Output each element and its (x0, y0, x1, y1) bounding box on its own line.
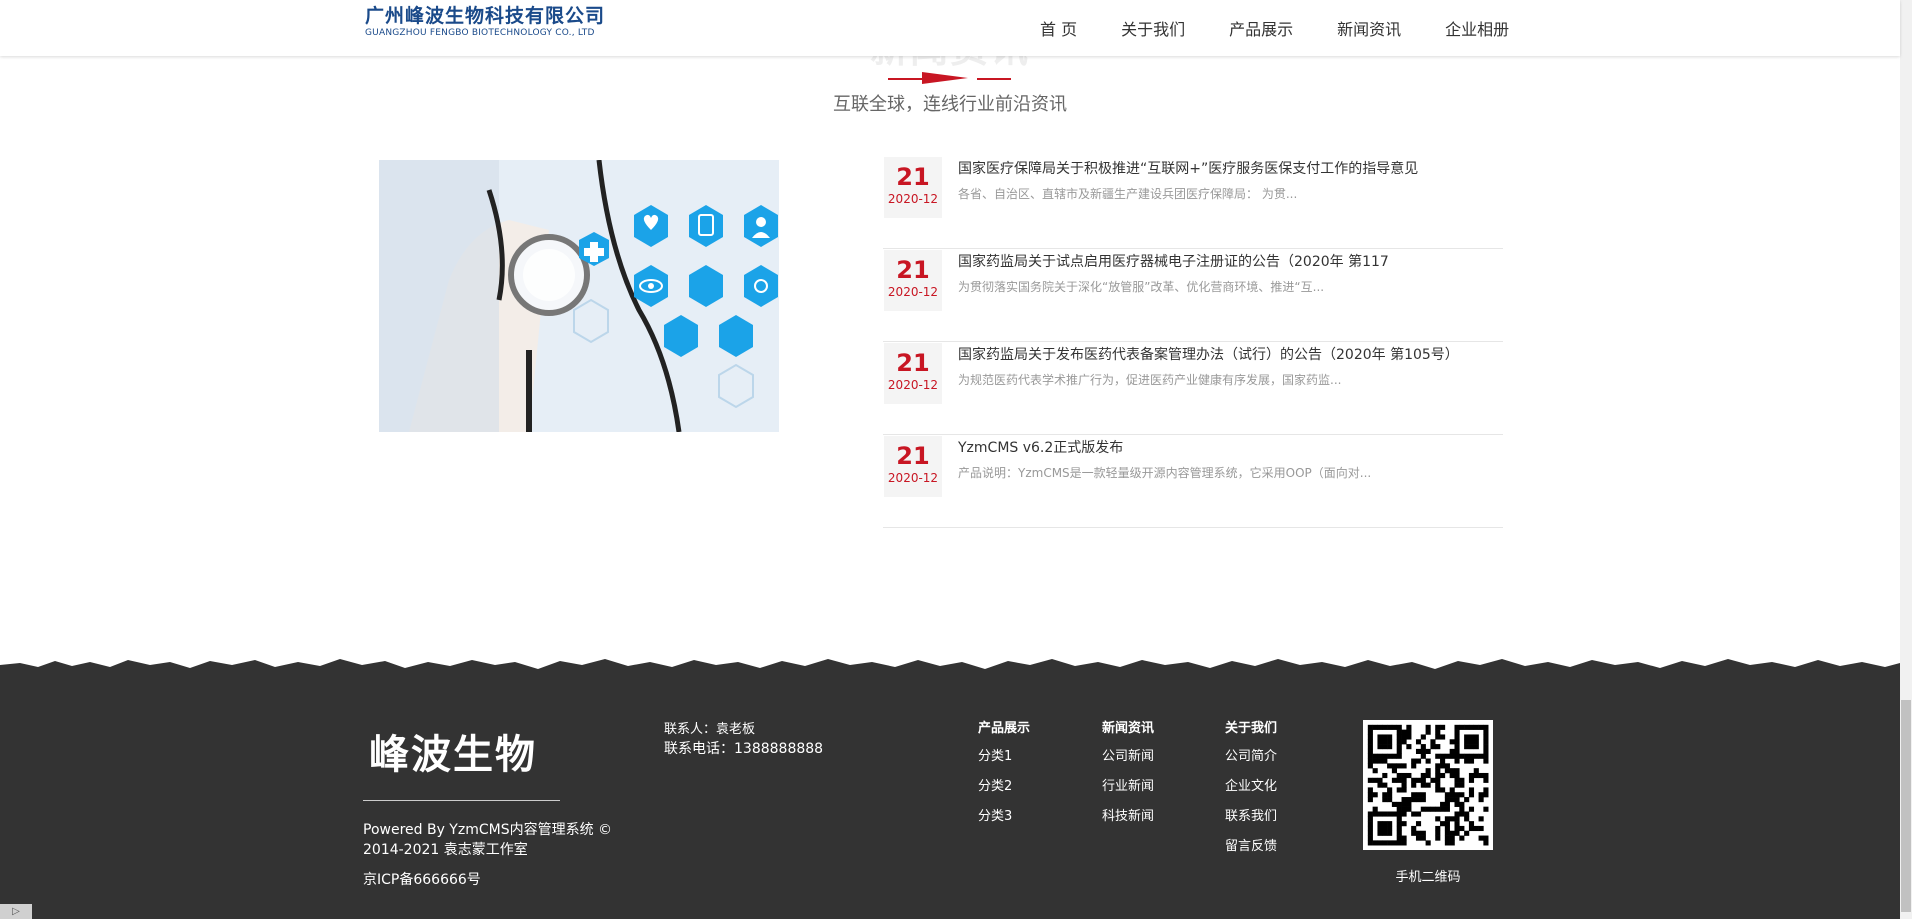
news-title[interactable]: 国家医疗保障局关于积极推进“互联网+”医疗服务医保支付工作的指导意见 (958, 158, 1418, 178)
title-divider-arrow (922, 72, 968, 84)
site-logo[interactable]: 广州峰波生物科技有限公司 GUANGZHOU FENGBO BIOTECHNOL… (365, 4, 605, 39)
title-divider-right (977, 78, 1011, 80)
news-year-month: 2020-12 (887, 285, 939, 299)
news-day: 21 (896, 442, 930, 470)
nav-products[interactable]: 产品展示 (1229, 16, 1293, 40)
footer-link[interactable]: 留言反馈 (1225, 838, 1277, 856)
footer-logo: 峰波生物 (369, 732, 537, 778)
news-year-month: 2020-12 (887, 471, 939, 485)
footer-link[interactable]: 科技新闻 (1102, 808, 1154, 826)
footer-link[interactable]: 公司简介 (1225, 748, 1277, 766)
icp-license[interactable]: 京ICP备666666号 (363, 870, 481, 890)
footer-col-about: 关于我们 公司简介 企业文化 联系我们 留言反馈 (1225, 720, 1277, 868)
news-year-month: 2020-12 (887, 378, 939, 392)
news-desc: 为规范医药代表学术推广行为，促进医药产业健康有序发展，国家药监... (958, 373, 1342, 387)
news-date: 21 2020-12 (884, 436, 942, 497)
qr-code (1363, 720, 1493, 850)
news-date: 21 2020-12 (884, 250, 942, 311)
section-subtitle: 互联全球，连线行业前沿资讯 (833, 94, 1067, 115)
powered-by-line2: 2014-2021 袁志蒙工作室 (363, 842, 528, 858)
news-day: 21 (896, 163, 930, 191)
site-header: 广州峰波生物科技有限公司 GUANGZHOU FENGBO BIOTECHNOL… (0, 0, 1900, 56)
news-item[interactable]: 21 2020-12 国家医疗保障局关于积极推进“互联网+”医疗服务医保支付工作… (883, 156, 1503, 249)
nav-home[interactable]: 首 页 (1040, 16, 1077, 40)
news-desc: 产品说明：YzmCMS是一款轻量级开源内容管理系统，它采用OOP（面向对... (958, 466, 1372, 480)
footer-link[interactable]: 分类3 (978, 808, 1030, 826)
news-desc: 为贯彻落实国务院关于深化“放管服”改革、优化营商环境、推进“互... (958, 280, 1325, 294)
contact-phone: 联系电话：1388888888 (664, 741, 824, 757)
footer-link[interactable]: 行业新闻 (1102, 778, 1154, 796)
footer-col-head[interactable]: 关于我们 (1225, 720, 1277, 737)
qr-code-icon (1367, 724, 1489, 846)
powered-by-line1: Powered By YzmCMS内容管理系统 © (363, 822, 613, 838)
footer-link[interactable]: 联系我们 (1225, 808, 1277, 826)
footer-background (0, 659, 1900, 919)
news-date: 21 2020-12 (884, 157, 942, 218)
footer-link[interactable]: 分类2 (978, 778, 1030, 796)
footer-col-head[interactable]: 产品展示 (978, 720, 1030, 737)
news-item[interactable]: 21 2020-12 国家药监局关于试点启用医疗器械电子注册证的公告（2020年… (883, 249, 1503, 342)
news-day: 21 (896, 349, 930, 377)
nav-about[interactable]: 关于我们 (1121, 16, 1185, 40)
news-date: 21 2020-12 (884, 343, 942, 404)
contact-person: 联系人：袁老板 (664, 722, 756, 737)
footer-link[interactable]: 公司新闻 (1102, 748, 1154, 766)
news-year-month: 2020-12 (887, 192, 939, 206)
nav-news[interactable]: 新闻资讯 (1337, 16, 1401, 40)
footer-col-products: 产品展示 分类1 分类2 分类3 (978, 720, 1030, 838)
news-title[interactable]: 国家药监局关于发布医药代表备案管理办法（试行）的公告（2020年 第105号） (958, 344, 1459, 364)
expand-icon[interactable]: ▷ (0, 904, 32, 919)
news-item[interactable]: 21 2020-12 YzmCMS v6.2正式版发布 产品说明：YzmCMS是… (883, 435, 1503, 528)
news-title[interactable]: YzmCMS v6.2正式版发布 (958, 437, 1123, 457)
news-item[interactable]: 21 2020-12 国家药监局关于发布医药代表备案管理办法（试行）的公告（20… (883, 342, 1503, 435)
footer-divider (363, 800, 560, 801)
medical-illustration (379, 160, 779, 432)
scrollbar-thumb[interactable] (1901, 700, 1911, 912)
logo-cn-text: 广州峰波生物科技有限公司 (365, 5, 606, 27)
qr-label: 手机二维码 (1395, 870, 1461, 885)
news-feature-image[interactable] (379, 160, 779, 432)
footer-link[interactable]: 企业文化 (1225, 778, 1277, 796)
logo-en-text: GUANGZHOU FENGBO BIOTECHNOLOGY CO., LTD (365, 28, 595, 38)
news-desc: 各省、自治区、直辖市及新疆生产建设兵团医疗保障局： 为贯... (958, 187, 1298, 201)
nav-album[interactable]: 企业相册 (1445, 16, 1509, 40)
title-divider-left (888, 78, 922, 80)
news-title[interactable]: 国家药监局关于试点启用医疗器械电子注册证的公告（2020年 第117 (958, 251, 1389, 271)
main-nav: 首 页 关于我们 产品展示 新闻资讯 企业相册 (1040, 16, 1509, 40)
footer-col-head[interactable]: 新闻资讯 (1102, 720, 1154, 737)
news-list: 21 2020-12 国家医疗保障局关于积极推进“互联网+”医疗服务医保支付工作… (883, 156, 1503, 528)
footer-col-news: 新闻资讯 公司新闻 行业新闻 科技新闻 (1102, 720, 1154, 838)
news-day: 21 (896, 256, 930, 284)
footer-link[interactable]: 分类1 (978, 748, 1030, 766)
